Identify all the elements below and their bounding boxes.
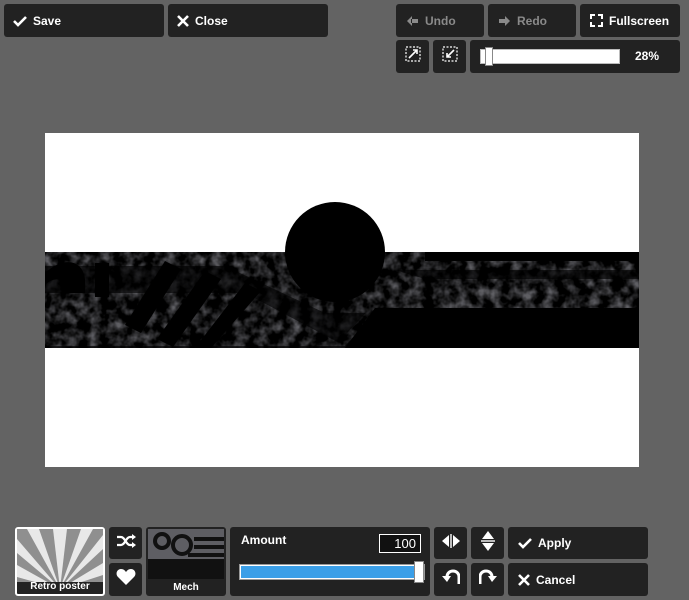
edited-image bbox=[45, 202, 639, 348]
zoom-actual-button[interactable] bbox=[433, 40, 466, 73]
preset-mech[interactable]: Mech bbox=[146, 527, 226, 596]
redo-button[interactable]: Redo bbox=[488, 4, 576, 37]
arrow-right-icon bbox=[498, 15, 511, 27]
rotate-left-button[interactable] bbox=[434, 563, 467, 596]
flip-horizontal-button[interactable] bbox=[434, 527, 467, 559]
checkmark-icon bbox=[13, 15, 27, 27]
cancel-button[interactable]: Cancel bbox=[508, 563, 648, 596]
zoom-value: 28% bbox=[635, 49, 660, 63]
cancel-label: Cancel bbox=[536, 572, 576, 587]
rotate-right-icon bbox=[478, 568, 497, 591]
shuffle-icon bbox=[116, 533, 136, 554]
amount-label: Amount bbox=[241, 533, 287, 547]
preset-retro-poster[interactable]: Retro poster bbox=[15, 527, 105, 596]
flip-vertical-icon bbox=[480, 530, 495, 557]
checkmark-icon bbox=[518, 537, 532, 549]
amount-input[interactable]: 100 bbox=[379, 534, 421, 553]
shrink-icon bbox=[441, 46, 458, 67]
flip-vertical-button[interactable] bbox=[471, 527, 504, 559]
close-label: Close bbox=[195, 13, 228, 28]
fullscreen-button[interactable]: Fullscreen bbox=[580, 4, 680, 37]
undo-label: Undo bbox=[425, 13, 456, 28]
expand-icon bbox=[404, 46, 421, 67]
rotate-right-button[interactable] bbox=[471, 563, 504, 596]
favorite-button[interactable] bbox=[109, 563, 142, 596]
save-button[interactable]: Save bbox=[4, 4, 164, 37]
save-label: Save bbox=[33, 13, 62, 28]
close-button[interactable]: Close bbox=[168, 4, 328, 37]
amount-slider-fill bbox=[241, 566, 421, 578]
heart-icon bbox=[116, 568, 136, 591]
flip-horizontal-icon bbox=[441, 533, 461, 553]
preset-label: Mech bbox=[173, 582, 199, 593]
undo-button[interactable]: Undo bbox=[396, 4, 484, 37]
zoom-slider-panel: 28% bbox=[470, 40, 680, 73]
fullscreen-icon bbox=[590, 14, 603, 27]
apply-button[interactable]: Apply bbox=[508, 527, 648, 559]
arrow-left-icon bbox=[406, 15, 419, 27]
amount-input-value: 100 bbox=[394, 536, 416, 551]
zoom-slider[interactable] bbox=[480, 47, 620, 66]
rotate-left-icon bbox=[441, 568, 460, 591]
mech-thumbnail bbox=[148, 529, 224, 579]
apply-label: Apply bbox=[538, 536, 572, 550]
close-icon bbox=[518, 573, 530, 586]
preset-label: Retro poster bbox=[30, 581, 90, 592]
amount-slider-handle[interactable] bbox=[414, 561, 424, 583]
zoom-slider-handle[interactable] bbox=[485, 47, 493, 66]
amount-panel: Amount 100 bbox=[230, 527, 430, 596]
close-icon bbox=[177, 14, 189, 27]
image-canvas[interactable] bbox=[45, 133, 639, 467]
shuffle-button[interactable] bbox=[109, 527, 142, 559]
amount-slider[interactable] bbox=[239, 561, 425, 583]
sunburst-thumbnail bbox=[17, 529, 103, 582]
zoom-fit-button[interactable] bbox=[396, 40, 429, 73]
redo-label: Redo bbox=[517, 13, 547, 28]
fullscreen-label: Fullscreen bbox=[609, 13, 670, 28]
